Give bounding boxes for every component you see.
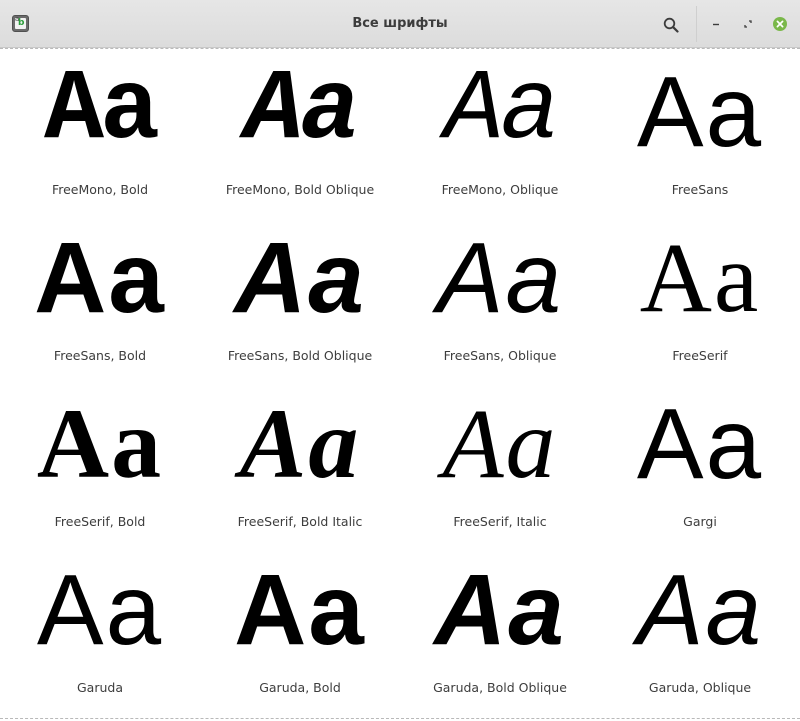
font-tile[interactable]: Aa FreeSerif [600,218,800,384]
font-sample: Aa [636,554,764,666]
font-name: Garuda [76,680,123,695]
font-name: Garuda, Bold Oblique [433,680,567,695]
font-name: FreeSerif, Bold Italic [237,514,363,529]
font-name: FreeSans [671,182,729,197]
close-button[interactable] [770,14,790,34]
font-tile[interactable]: Aa Garuda [0,550,200,716]
font-sample: Aa [636,388,764,500]
font-tile[interactable]: Aa FreeMono, Bold Oblique [200,52,400,218]
font-tile[interactable]: Aa Garuda, Bold Oblique [400,550,600,716]
font-tile[interactable]: Aa Garuda, Oblique [600,550,800,716]
font-sample: Aa [636,56,764,168]
maximize-icon [744,20,752,28]
font-sample: Aa [234,222,366,334]
font-sample: Aa [443,55,560,168]
font-name: Garuda, Oblique [648,680,752,695]
bottom-divider [0,718,800,719]
font-sample: Aa [43,55,160,168]
minimize-button[interactable] [706,14,726,34]
font-sample: Aa [34,222,166,334]
font-tile[interactable]: Aa FreeSans, Bold [0,218,200,384]
font-sample: Aa [36,388,164,499]
font-tile[interactable]: Aa FreeSans [600,52,800,218]
font-tile[interactable]: Aa Gargi [600,384,800,550]
font-tile[interactable]: Aa FreeSerif, Italic [400,384,600,550]
font-name: FreeSans, Bold Oblique [227,348,373,363]
font-name: FreeMono, Bold Oblique [225,182,375,197]
font-tile[interactable]: Aa FreeSerif, Bold Italic [200,384,400,550]
font-sample: Aa [639,222,761,333]
font-sample: Aa [234,554,366,666]
headerbar: a b Все шрифты [0,0,800,48]
font-name: Gargi [683,514,717,529]
font-sample: Aa [243,55,360,168]
maximize-button[interactable] [738,14,758,34]
font-sample: Aa [36,554,164,666]
font-sample: Aa [436,222,564,334]
font-name: FreeMono, Oblique [441,182,559,197]
font-name: FreeSans, Oblique [443,348,557,363]
top-divider [0,48,800,49]
font-viewer-window: a b Все шрифты Aa FreeMono, Bold Aa Free… [0,0,800,721]
font-tile[interactable]: Aa FreeSans, Bold Oblique [200,218,400,384]
font-name: FreeSerif, Bold [54,514,146,529]
font-sample: Aa [239,388,361,499]
font-sample: Aa [442,388,558,499]
close-icon [773,17,787,31]
font-name: FreeSerif, Italic [453,514,547,529]
font-tile[interactable]: Aa FreeMono, Bold [0,52,200,218]
font-tile[interactable]: Aa FreeSans, Oblique [400,218,600,384]
search-button[interactable] [656,10,686,38]
font-name: Garuda, Bold [259,680,341,695]
font-name: FreeSerif [672,348,728,363]
minimize-icon [713,23,719,26]
font-name: FreeMono, Bold [51,182,149,197]
font-sample: Aa [434,554,566,666]
font-tile[interactable]: Aa Garuda, Bold [200,550,400,716]
font-name: FreeSans, Bold [53,348,147,363]
search-icon [663,17,679,33]
font-tile[interactable]: Aa FreeMono, Oblique [400,52,600,218]
font-tile[interactable]: Aa FreeSerif, Bold [0,384,200,550]
headerbar-separator [696,6,697,42]
